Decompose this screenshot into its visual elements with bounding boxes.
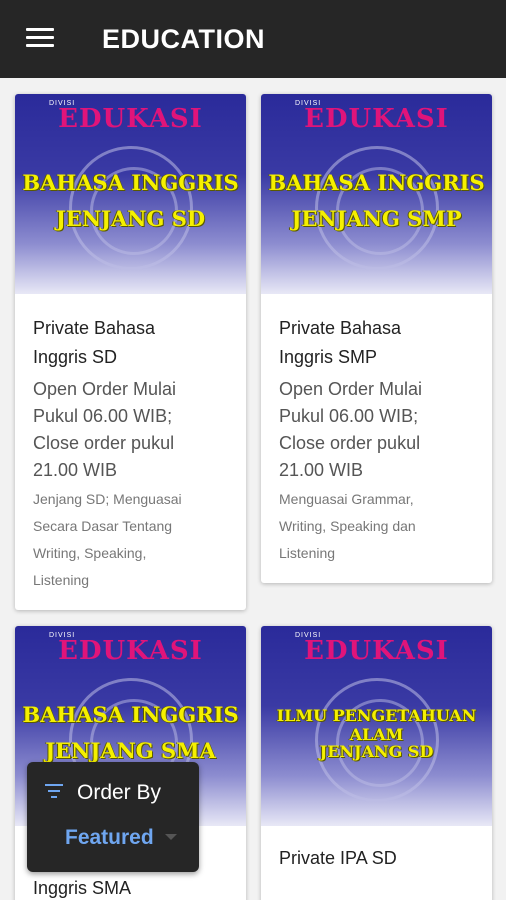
card-subtitle: Open Order Mulai Pukul 06.00 WIB; Close …	[33, 379, 177, 480]
product-card-ipa-sd[interactable]: DIVISI EDUKASI ILMU PENGETAHUAN ALAM JEN…	[261, 626, 492, 900]
order-by-label: Order By	[77, 781, 162, 804]
card-title: Private Bahasa Inggris SMP	[279, 318, 402, 367]
card-description: Menguasai Grammar, Writing, Speaking dan…	[279, 491, 416, 561]
card-subtitle: Open Order Mulai Pukul 06.00 WIB; Close …	[279, 379, 423, 480]
card-description: Jenjang SD; Menguasai Secara Dasar Tenta…	[33, 491, 182, 588]
card-banner-image: DIVISI EDUKASI BAHASA INGGRIS JENJANG SM…	[261, 94, 492, 294]
page-title: EDUCATION	[102, 24, 265, 54]
chevron-down-icon	[165, 834, 177, 840]
card-title: Private IPA SD	[279, 848, 397, 868]
hamburger-menu-icon[interactable]	[26, 28, 54, 50]
card-title: Private Bahasa Inggris SD	[33, 318, 156, 367]
product-card-bahasa-inggris-smp[interactable]: DIVISI EDUKASI BAHASA INGGRIS JENJANG SM…	[261, 94, 492, 583]
product-card-bahasa-inggris-sd[interactable]: DIVISI EDUKASI BAHASA INGGRIS JENJANG SD…	[15, 94, 246, 610]
card-banner-image: DIVISI EDUKASI BAHASA INGGRIS JENJANG SD	[15, 94, 246, 294]
sort-icon	[45, 784, 63, 802]
card-title: Inggris SMA	[33, 878, 132, 898]
app-bar: EDUCATION	[0, 0, 506, 78]
order-by-dropdown[interactable]: Order By Featured	[27, 762, 199, 872]
card-banner-image: DIVISI EDUKASI ILMU PENGETAHUAN ALAM JEN…	[261, 626, 492, 826]
order-by-selected-value[interactable]: Featured	[65, 826, 154, 850]
